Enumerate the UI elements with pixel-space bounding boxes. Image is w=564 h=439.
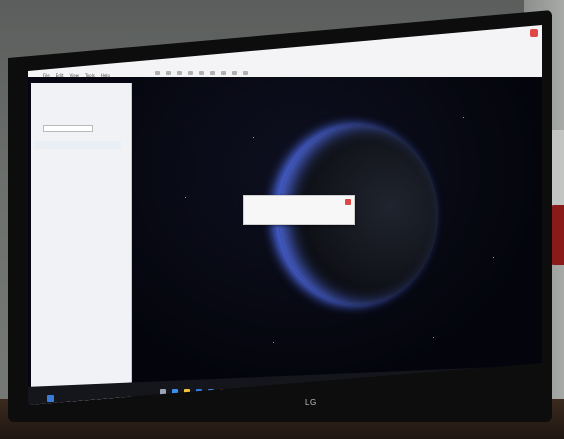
monitor-brand-logo: LG	[305, 398, 317, 407]
toolbar-icon[interactable]	[199, 71, 204, 75]
background-object	[550, 205, 564, 265]
toolbar-icon[interactable]	[210, 71, 215, 75]
close-icon[interactable]	[345, 199, 351, 205]
toolbar-icon[interactable]	[177, 71, 182, 75]
sidebar-input[interactable]	[43, 125, 93, 132]
menu-item[interactable]: View	[69, 73, 79, 78]
menu-item[interactable]: Help	[101, 73, 110, 78]
toolbar-icon[interactable]	[155, 71, 160, 75]
monitor-screen: File Edit View Tools Help	[28, 25, 542, 405]
star	[273, 342, 274, 343]
toolbar-icon[interactable]	[188, 71, 193, 75]
toolbar-icon[interactable]	[232, 71, 237, 75]
toolbar	[155, 71, 248, 75]
close-icon[interactable]	[530, 29, 538, 37]
menu-item[interactable]: Edit	[56, 73, 64, 78]
menu-bar: File Edit View Tools Help	[43, 73, 110, 78]
star	[463, 117, 464, 118]
menu-item[interactable]: File	[43, 73, 50, 78]
toolbar-icon[interactable]	[166, 71, 171, 75]
dialog-box	[243, 195, 355, 225]
toolbar-icon[interactable]	[243, 71, 248, 75]
windows-start-icon[interactable]	[47, 395, 54, 402]
menu-item[interactable]: Tools	[85, 73, 95, 78]
globe-viewport[interactable]	[133, 77, 542, 387]
star	[433, 337, 434, 338]
sidebar-panel	[31, 83, 132, 405]
star	[493, 257, 494, 258]
star	[253, 137, 254, 138]
star	[185, 197, 186, 198]
sidebar-list-item[interactable]	[35, 141, 121, 149]
toolbar-icon[interactable]	[221, 71, 226, 75]
